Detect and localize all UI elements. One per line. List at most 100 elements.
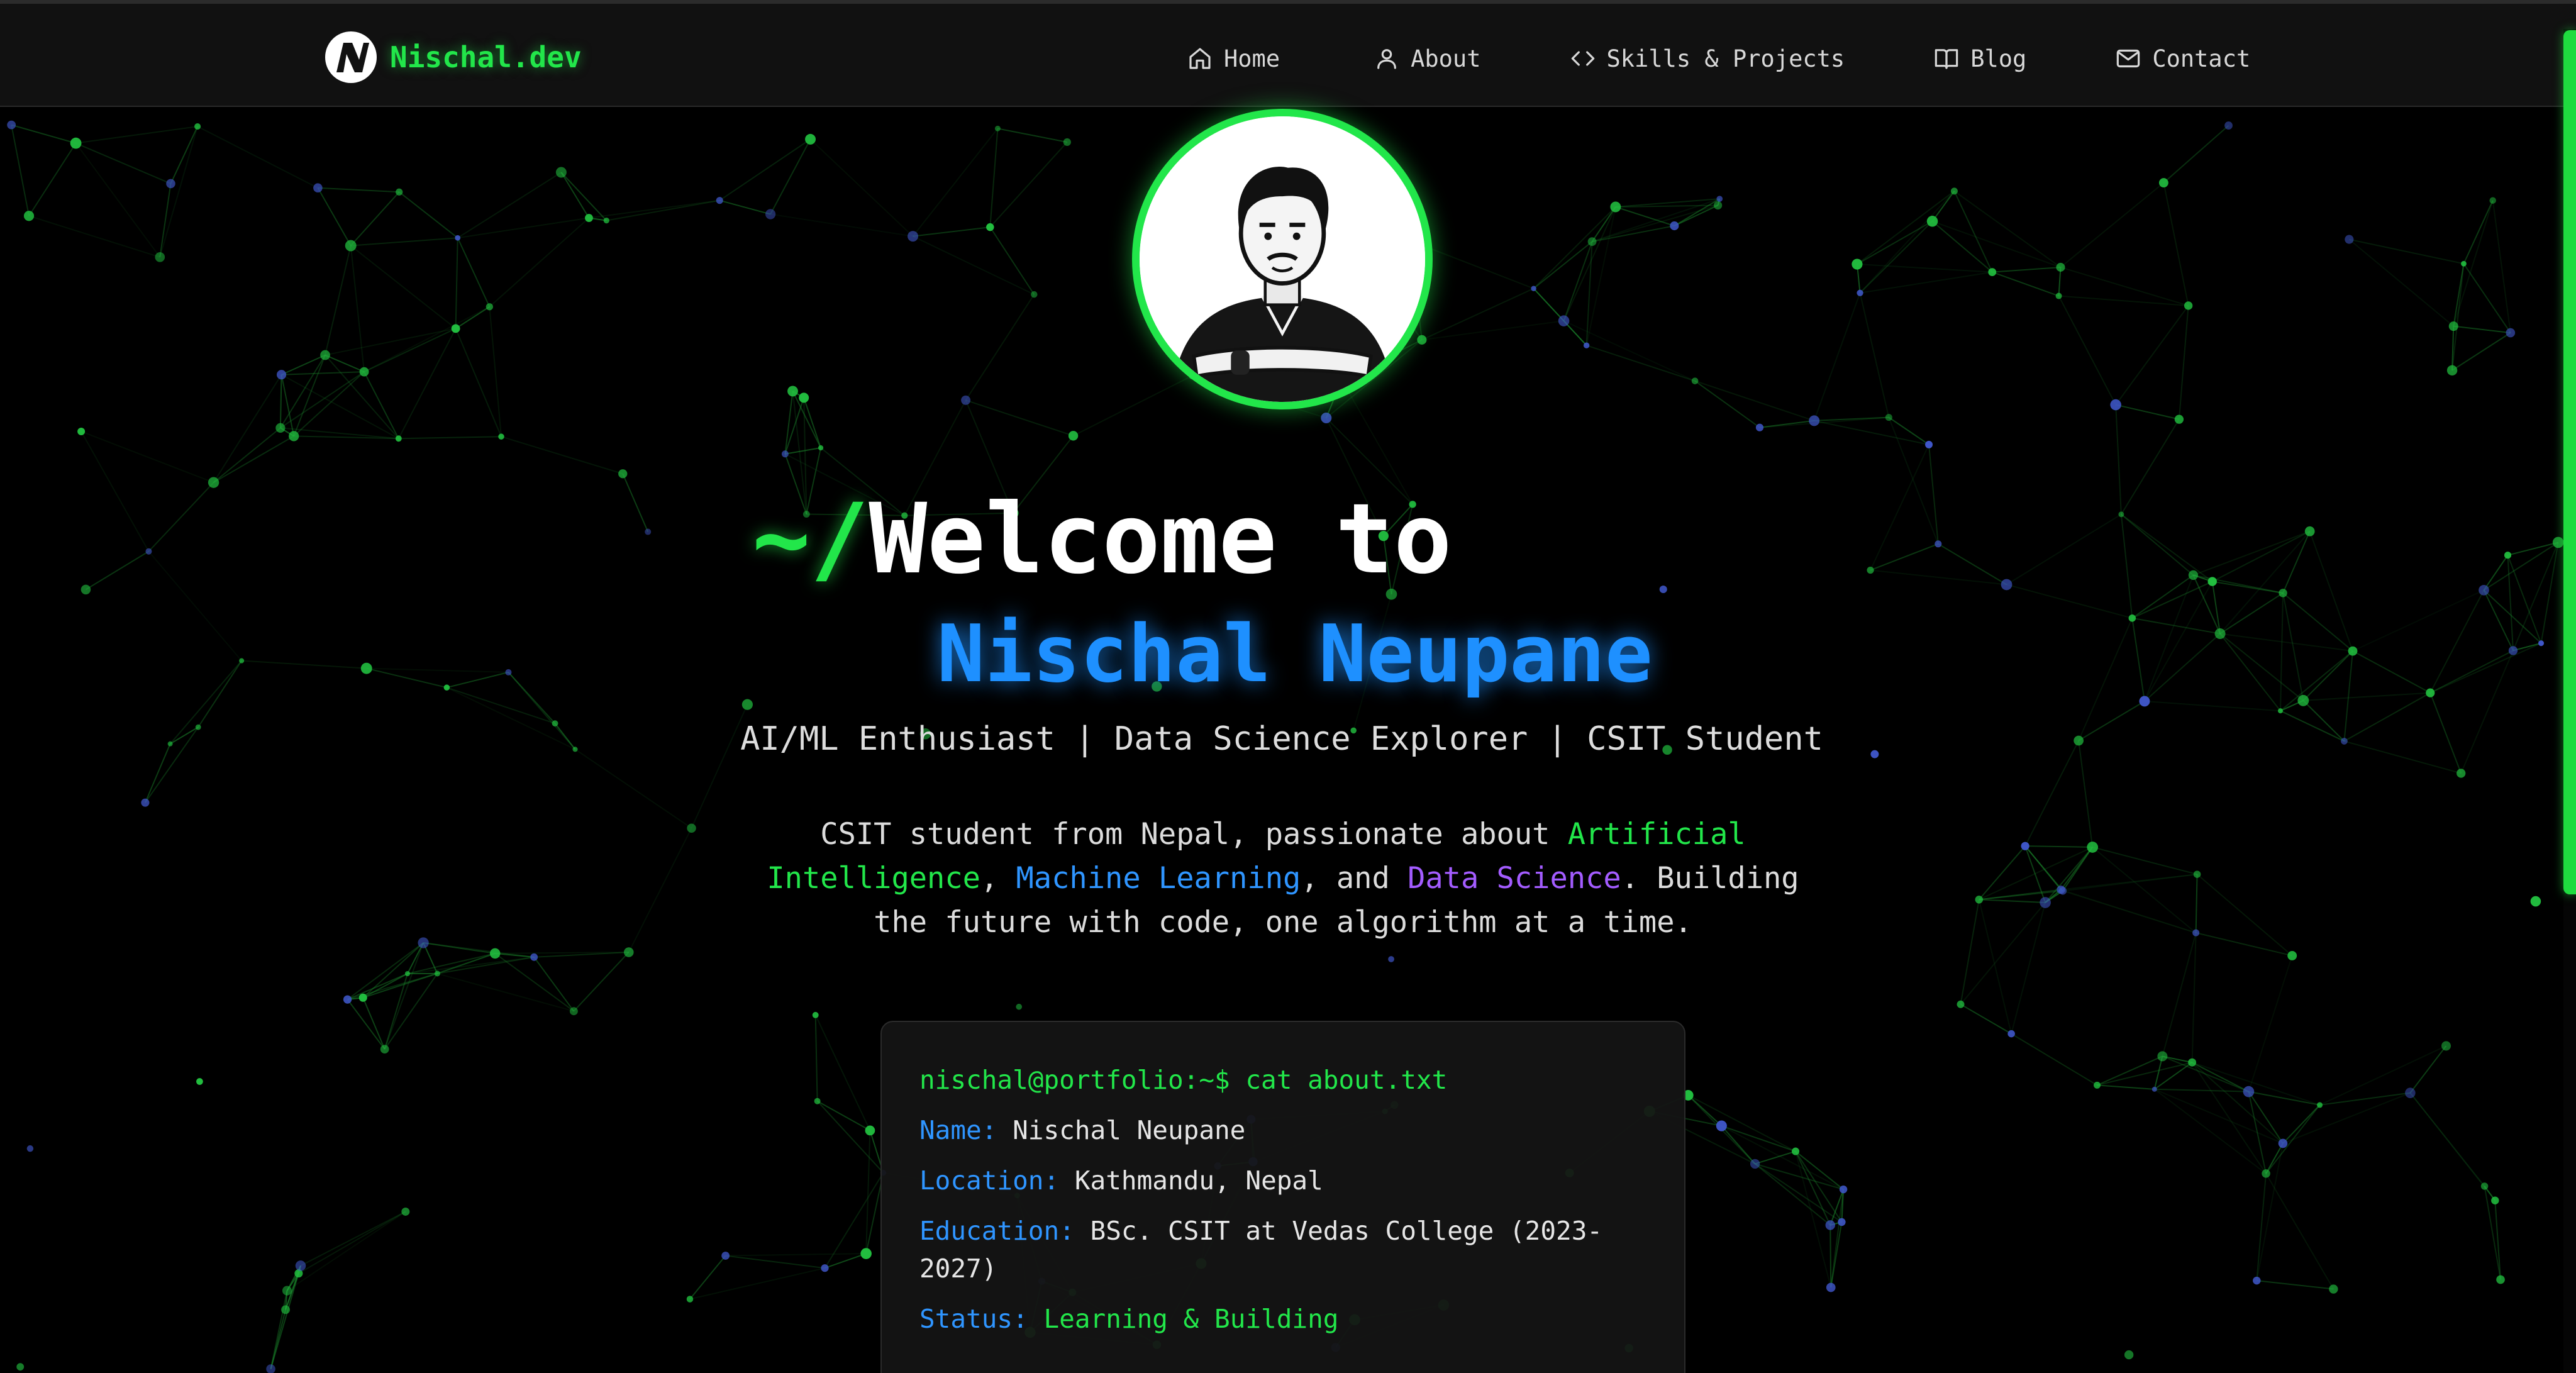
network-link — [397, 328, 457, 439]
network-link — [11, 125, 30, 216]
intro-text-start: CSIT student from Nepal, passionate abou… — [820, 817, 1568, 852]
network-node — [1587, 237, 1597, 247]
network-node — [765, 209, 776, 220]
network-node — [2001, 579, 2012, 591]
network-link — [2196, 932, 2292, 957]
network-node — [818, 445, 824, 451]
network-link — [533, 957, 575, 1012]
nav-item-blog[interactable]: Blog — [1934, 45, 2026, 72]
nav-item-skills-projects[interactable]: Skills & Projects — [1570, 45, 1845, 72]
network-link — [2348, 238, 2454, 327]
network-node — [741, 699, 753, 710]
network-node — [2151, 1086, 2157, 1092]
network-node — [1809, 415, 1820, 426]
network-link — [350, 245, 365, 372]
network-node — [814, 1098, 821, 1104]
network-node — [2184, 301, 2193, 310]
network-link — [689, 1267, 825, 1300]
network-link — [2144, 581, 2213, 702]
nav-label-home: Home — [1224, 45, 1280, 72]
terminal-row-status: Status: Learning & Building — [919, 1300, 1646, 1338]
network-node — [2448, 321, 2458, 331]
network-node — [1063, 138, 1071, 147]
network-link — [2115, 305, 2189, 406]
nav-item-about[interactable]: About — [1374, 45, 1481, 72]
network-link — [2025, 845, 2093, 848]
network-link — [1563, 206, 1616, 321]
nav-item-contact[interactable]: Contact — [2116, 45, 2250, 72]
network-link — [242, 660, 367, 669]
network-node — [2446, 365, 2458, 376]
network-node — [2504, 552, 2512, 559]
nav-item-home[interactable]: Home — [1187, 45, 1280, 72]
network-node — [1935, 540, 1942, 548]
network-node — [275, 423, 286, 433]
network-node — [7, 120, 16, 130]
network-link — [809, 138, 914, 237]
network-link — [2257, 1280, 2334, 1290]
network-link — [270, 1309, 287, 1369]
network-node — [799, 392, 809, 403]
network-node — [2188, 570, 2199, 581]
network-node — [1659, 585, 1667, 594]
terminal-row-name: Name: Nischal Neupane — [919, 1111, 1646, 1149]
network-node — [1857, 289, 1863, 296]
network-node — [2192, 929, 2200, 937]
network-link — [2453, 325, 2511, 334]
network-link — [2492, 200, 2511, 333]
location-value: Kathmandu, Nepal — [1074, 1165, 1323, 1196]
network-link — [399, 191, 458, 238]
network-link — [455, 328, 502, 437]
network-link — [2409, 1045, 2447, 1094]
nav-label-about: About — [1411, 45, 1481, 72]
network-link — [447, 671, 509, 689]
network-link — [628, 828, 692, 953]
brand-link[interactable]: Nischal.dev — [325, 31, 582, 83]
network-node — [961, 395, 971, 405]
network-node — [395, 435, 402, 442]
network-link — [384, 942, 425, 1050]
network-node — [2552, 536, 2564, 548]
network-node — [1750, 1159, 1760, 1169]
network-link — [725, 1253, 867, 1257]
network-link — [2060, 182, 2165, 268]
network-link — [455, 306, 490, 330]
terminal-row-location: Location: Kathmandu, Nepal — [919, 1162, 1646, 1199]
network-link — [606, 199, 720, 221]
network-node — [443, 684, 450, 691]
network-node — [2279, 589, 2287, 598]
network-node — [2055, 292, 2062, 299]
network-link — [286, 1211, 406, 1291]
network-link — [2512, 542, 2559, 651]
network-link — [1586, 345, 1696, 382]
network-node — [2496, 1275, 2505, 1284]
network-link — [1563, 320, 1696, 382]
network-link — [2282, 1092, 2411, 1144]
network-link — [1795, 1151, 1831, 1226]
network-link — [2154, 1089, 2267, 1174]
network-node — [295, 1260, 306, 1271]
status-value: Learning & Building — [1043, 1304, 1339, 1334]
network-link — [770, 138, 811, 214]
network-node — [313, 183, 323, 192]
network-node — [2110, 399, 2121, 411]
network-link — [913, 226, 991, 237]
network-node — [2345, 235, 2354, 244]
network-link — [281, 374, 399, 440]
network-link — [2131, 618, 2145, 702]
scrollbar-thumb[interactable] — [2563, 30, 2576, 894]
network-link — [2279, 592, 2284, 711]
network-node — [2262, 1169, 2270, 1178]
network-link — [1992, 271, 2059, 297]
network-link — [2121, 513, 2213, 582]
network-link — [75, 126, 198, 144]
network-node — [281, 1305, 291, 1315]
network-node — [320, 350, 330, 360]
network-node — [555, 167, 567, 178]
network-node — [1558, 315, 1570, 326]
network-node — [2480, 1182, 2489, 1190]
network-link — [300, 1211, 406, 1267]
network-link — [2062, 874, 2197, 892]
network-node — [1826, 1282, 1836, 1292]
network-link — [2120, 514, 2133, 618]
